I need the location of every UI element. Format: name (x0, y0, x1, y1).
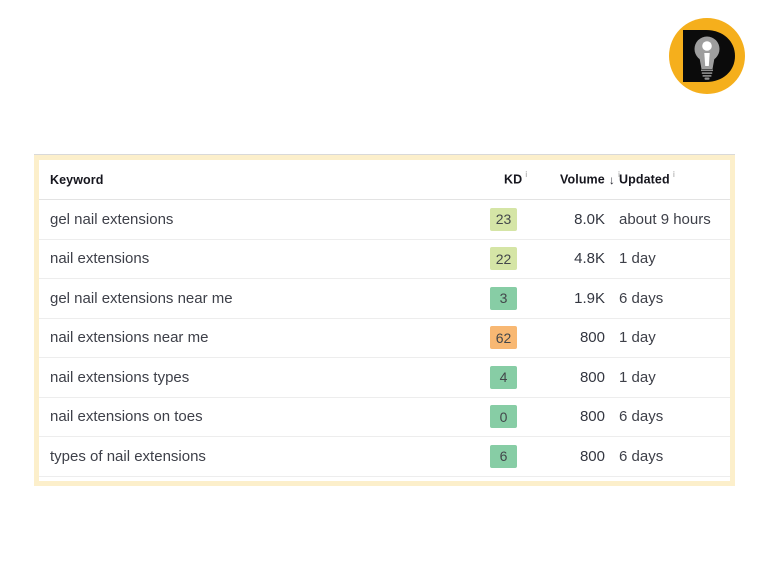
kd-column-label: KD (504, 172, 523, 187)
keyword-cell[interactable]: nail extensions types (39, 369, 490, 386)
keyword-cell[interactable]: nail extensions near me (39, 329, 490, 346)
sort-desc-icon: ↓ (608, 172, 615, 187)
volume-cell: 800 (579, 447, 605, 465)
table-header-row: Keyword KD i Volume ↓ i Updated i (39, 160, 730, 200)
updated-cell: about 9 hours (619, 210, 711, 228)
table-row: nail extensions 22 4.8K 1 day (39, 240, 730, 279)
updated-cell: 1 day (619, 250, 656, 268)
kd-badge: 62 (490, 326, 517, 350)
kd-badge: 3 (490, 286, 517, 310)
keyword-cell[interactable]: gel nail extensions (39, 211, 490, 228)
info-icon: i (525, 170, 528, 180)
table-row: nail extensions types 4 800 1 day (39, 358, 730, 398)
column-header-volume[interactable]: Volume ↓ i (560, 170, 620, 188)
kd-badge: 0 (490, 405, 517, 429)
volume-cell: 4.8K (574, 250, 605, 268)
kd-badge: 4 (490, 365, 517, 389)
table-body: gel nail extensions 23 8.0K about 9 hour… (39, 200, 730, 477)
kd-cell: 6 (490, 444, 546, 468)
table-row: gel nail extensions 23 8.0K about 9 hour… (39, 200, 730, 240)
keyword-cell[interactable]: types of nail extensions (39, 448, 490, 465)
updated-cell: 6 days (619, 408, 664, 426)
table-row: types of nail extensions 6 800 6 days (39, 437, 730, 477)
brand-logo (669, 18, 745, 94)
column-header-kd[interactable]: KD i (504, 170, 560, 188)
updated-column-label: Updated (619, 172, 670, 187)
column-header-keyword[interactable]: Keyword (39, 171, 504, 189)
keyword-cell[interactable]: nail extensions on toes (39, 408, 490, 425)
table-row: gel nail extensions near me 3 1.9K 6 day… (39, 279, 730, 319)
volume-column-label: Volume (560, 172, 605, 187)
lightbulb-icon (669, 18, 745, 94)
keyword-table: Keyword KD i Volume ↓ i Updated i gel nail e… (39, 160, 730, 481)
table-row: nail extensions on toes 0 800 6 days (39, 398, 730, 437)
kd-badge: 23 (490, 207, 517, 231)
updated-cell: 6 days (619, 447, 664, 465)
kd-cell: 23 (490, 207, 546, 231)
updated-cell: 1 day (619, 368, 656, 386)
keyword-column-label: Keyword (50, 172, 104, 187)
volume-cell: 800 (579, 329, 605, 347)
kd-cell: 0 (490, 405, 546, 429)
kd-cell: 22 (490, 247, 546, 271)
kd-cell: 3 (490, 286, 546, 310)
keyword-cell[interactable]: gel nail extensions near me (39, 290, 490, 307)
volume-cell: 8.0K (574, 210, 605, 228)
kd-cell: 4 (490, 365, 546, 389)
volume-cell: 800 (579, 408, 605, 426)
kd-cell: 62 (490, 326, 546, 350)
kd-badge: 22 (490, 247, 517, 271)
kd-badge: 6 (490, 444, 517, 468)
updated-cell: 1 day (619, 329, 656, 347)
table-row: nail extensions near me 62 800 1 day (39, 319, 730, 358)
keyword-cell[interactable]: nail extensions (39, 250, 490, 267)
volume-cell: 800 (579, 368, 605, 386)
info-icon: i (672, 170, 675, 180)
volume-cell: 1.9K (574, 289, 605, 307)
column-header-updated[interactable]: Updated i (619, 170, 730, 188)
updated-cell: 6 days (619, 289, 664, 307)
keyword-table-card: Keyword KD i Volume ↓ i Updated i gel nail e… (34, 154, 735, 486)
